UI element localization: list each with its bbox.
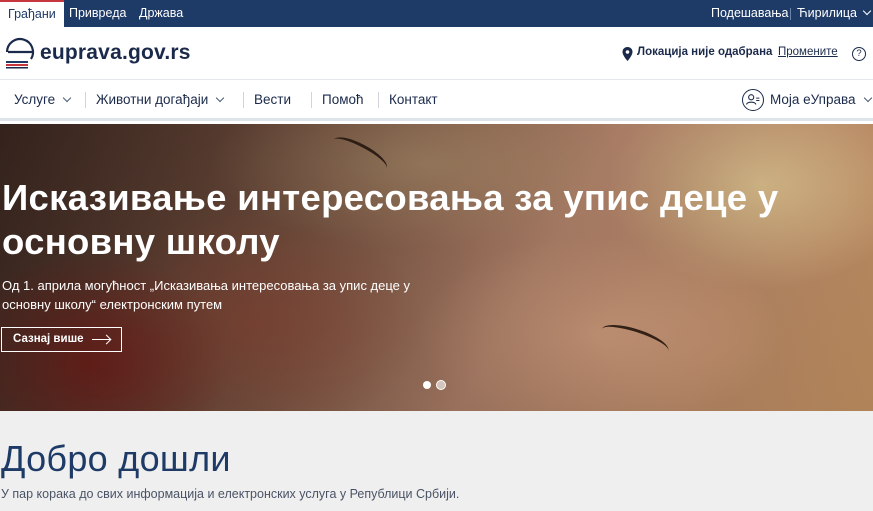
welcome-section: Добро дошли У пар корака до свих информа… <box>0 411 873 511</box>
nav-item-label: Животни догађаји <box>96 92 209 107</box>
location-pin-icon <box>622 47 633 61</box>
learn-more-button[interactable]: Сазнај више <box>1 327 122 352</box>
script-selector-label: Ћирилица <box>797 6 857 20</box>
nav-item-services[interactable]: Услуге <box>14 92 72 107</box>
chevron-down-icon <box>216 93 225 103</box>
tab-government[interactable]: Држава <box>131 0 191 27</box>
account-icon[interactable] <box>742 89 764 111</box>
hero-title: Исказивање интересовања за упис деце у о… <box>2 177 779 262</box>
chevron-down-icon <box>863 93 872 103</box>
nav-item-help[interactable]: Помоћ <box>322 92 364 107</box>
carousel-dot-2[interactable] <box>436 380 446 390</box>
main-nav: Услуге Животни догађаји Вести Помоћ Конт… <box>0 79 873 121</box>
tab-citizens[interactable]: Грађани <box>0 0 64 27</box>
hero-overlay <box>0 124 873 411</box>
topbar-divider <box>790 8 791 20</box>
change-location-link[interactable]: Промените <box>778 46 838 58</box>
location-status: Локација није одабрана <box>637 46 773 58</box>
tab-business[interactable]: Привреда <box>61 0 134 27</box>
eu-logo-icon[interactable] <box>3 32 37 72</box>
hero-description: Од 1. априла могућност „Исказивања интер… <box>2 278 411 312</box>
nav-divider <box>243 92 244 108</box>
my-eprava-label: Моја еУправа <box>770 92 856 107</box>
carousel-dot-1[interactable] <box>423 381 431 389</box>
top-bar: Грађани Привреда Држава Подешавања Ћирил… <box>0 0 873 27</box>
logo-text[interactable]: euprava.gov.rs <box>40 41 191 65</box>
arrow-right-icon <box>92 339 110 341</box>
nav-item-contact[interactable]: Контакт <box>389 92 438 107</box>
help-icon[interactable]: ? <box>852 47 866 61</box>
script-selector[interactable]: Ћирилица <box>797 0 872 27</box>
hero-banner: Исказивање интересовања за упис деце у о… <box>0 124 873 411</box>
welcome-title: Добро дошли <box>1 438 231 479</box>
nav-item-life-events[interactable]: Животни догађаји <box>96 92 225 107</box>
nav-item-news[interactable]: Вести <box>254 92 291 107</box>
learn-more-label: Сазнај више <box>13 333 84 345</box>
nav-divider <box>85 92 86 108</box>
welcome-subtitle: У пар корака до свих информација и елект… <box>1 487 460 501</box>
chevron-down-icon <box>62 93 72 103</box>
settings-link[interactable]: Подешавања <box>711 0 788 27</box>
site-header: euprava.gov.rs Локација није одабрана Пр… <box>0 27 873 79</box>
my-eprava-menu[interactable]: Моја еУправа <box>770 92 872 107</box>
chevron-down-icon <box>862 6 872 16</box>
nav-divider <box>378 92 379 108</box>
nav-divider <box>311 92 312 108</box>
nav-item-label: Услуге <box>14 92 56 107</box>
